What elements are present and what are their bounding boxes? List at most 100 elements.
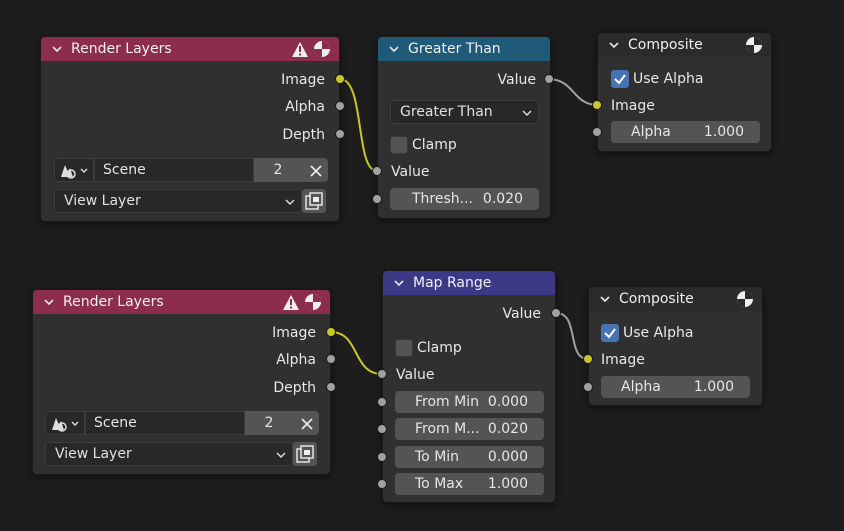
use-alpha-label: Use Alpha xyxy=(623,325,694,341)
output-value-label: Value xyxy=(502,306,541,322)
scene-icon xyxy=(61,165,88,179)
composite-node-2[interactable]: Composite Use Alpha Image Alpha 1.000 xyxy=(583,286,763,406)
node-title: Greater Than xyxy=(408,41,501,57)
render-layer-icon xyxy=(305,192,323,210)
output-image-label: Image xyxy=(272,325,316,341)
chevron-down-icon xyxy=(285,199,295,206)
render-layer-icon xyxy=(296,445,314,463)
input-value-socket[interactable] xyxy=(377,369,387,379)
output-value-socket[interactable] xyxy=(551,308,561,318)
output-image-socket[interactable] xyxy=(335,74,345,84)
clamp-checkbox[interactable] xyxy=(395,339,413,357)
use-alpha-label: Use Alpha xyxy=(633,71,704,87)
node-header[interactable]: Render Layers xyxy=(33,290,330,314)
render-layers-node-2[interactable]: Render Layers Image Alpha Depth Scene 2 … xyxy=(32,289,336,475)
input-image-socket[interactable] xyxy=(592,100,602,110)
render-icon[interactable] xyxy=(313,40,331,58)
output-depth-label: Depth xyxy=(273,380,316,396)
use-alpha-checkbox[interactable] xyxy=(611,70,629,88)
alpha-field[interactable]: Alpha 1.000 xyxy=(601,376,750,398)
chevron-down-icon[interactable] xyxy=(608,39,620,51)
checkmark-icon xyxy=(604,328,616,339)
scene-selector[interactable]: Scene 2 xyxy=(54,158,328,182)
render-layer-button[interactable] xyxy=(302,189,326,213)
input-value-label: Value xyxy=(391,164,430,180)
scene-unlink-button[interactable] xyxy=(302,158,328,182)
operation-dropdown[interactable]: Greater Than xyxy=(390,100,539,124)
node-header[interactable]: Composite xyxy=(598,33,771,57)
chevron-down-icon[interactable] xyxy=(599,293,611,305)
input-to-max-socket[interactable] xyxy=(377,479,387,489)
render-icon[interactable] xyxy=(736,290,754,308)
alpha-field[interactable]: Alpha 1.000 xyxy=(611,121,760,143)
output-value-socket[interactable] xyxy=(544,74,554,84)
render-icon[interactable] xyxy=(745,36,763,54)
input-to-min-socket[interactable] xyxy=(377,452,387,462)
scene-name-field[interactable]: Scene xyxy=(94,158,254,182)
from-max-field[interactable]: From M... 0.020 xyxy=(395,418,544,440)
link-render-image-to-maprange-value xyxy=(330,331,383,375)
node-title: Render Layers xyxy=(71,41,172,57)
close-icon xyxy=(301,418,313,430)
input-threshold-socket[interactable] xyxy=(372,194,382,204)
input-alpha-socket[interactable] xyxy=(583,382,593,392)
clamp-checkbox[interactable] xyxy=(390,136,408,154)
output-depth-socket[interactable] xyxy=(335,129,345,139)
from-min-field[interactable]: From Min 0.000 xyxy=(395,391,544,413)
chevron-down-icon xyxy=(522,110,532,117)
chevron-down-icon[interactable] xyxy=(43,296,55,308)
clamp-label: Clamp xyxy=(412,137,457,153)
input-from-min-socket[interactable] xyxy=(377,397,387,407)
node-header[interactable]: Render Layers xyxy=(41,37,339,61)
checkmark-icon xyxy=(614,74,626,85)
composite-node-1[interactable]: Composite Use Alpha Image Alpha 1.000 xyxy=(592,32,772,152)
scene-icon xyxy=(52,418,79,432)
warning-icon xyxy=(291,41,309,58)
scene-browse-button[interactable] xyxy=(54,158,94,182)
render-layer-button[interactable] xyxy=(293,442,317,466)
node-title: Composite xyxy=(619,291,694,307)
scene-browse-button[interactable] xyxy=(45,411,85,435)
chevron-down-icon[interactable] xyxy=(51,43,63,55)
to-max-field[interactable]: To Max 1.000 xyxy=(395,473,544,495)
output-image-socket[interactable] xyxy=(326,327,336,337)
render-layers-node-1[interactable]: Render Layers Image Alpha Depth Scene 2 … xyxy=(40,36,345,222)
node-title: Composite xyxy=(628,37,703,53)
view-layer-dropdown[interactable]: View Layer xyxy=(54,189,302,213)
output-alpha-socket[interactable] xyxy=(335,101,345,111)
link-greater-value-to-composite-image xyxy=(547,78,599,106)
chevron-down-icon[interactable] xyxy=(393,277,405,289)
input-alpha-socket[interactable] xyxy=(592,127,602,137)
node-title: Render Layers xyxy=(63,294,164,310)
node-header[interactable]: Composite xyxy=(589,287,762,311)
output-value-label: Value xyxy=(497,72,536,88)
link-render-image-to-greater-value xyxy=(339,78,378,172)
threshold-field[interactable]: Thresh... 0.020 xyxy=(390,188,539,210)
scene-users-count[interactable]: 2 xyxy=(245,411,293,435)
greater-than-node[interactable]: Greater Than Value Greater Than Clamp Va… xyxy=(372,36,554,219)
input-value-socket[interactable] xyxy=(372,166,382,176)
view-layer-dropdown[interactable]: View Layer xyxy=(45,442,293,466)
warning-icon xyxy=(282,294,300,311)
scene-users-count[interactable]: 2 xyxy=(254,158,302,182)
node-title: Map Range xyxy=(413,275,492,291)
output-alpha-socket[interactable] xyxy=(326,354,336,364)
scene-name-field[interactable]: Scene xyxy=(85,411,245,435)
input-value-label: Value xyxy=(396,367,435,383)
output-depth-socket[interactable] xyxy=(326,382,336,392)
map-range-node[interactable]: Map Range Value Clamp Value From Min 0.0… xyxy=(377,270,561,503)
input-from-max-socket[interactable] xyxy=(377,424,387,434)
node-header[interactable]: Greater Than xyxy=(378,37,550,61)
render-icon[interactable] xyxy=(304,293,322,311)
node-header[interactable]: Map Range xyxy=(383,271,555,295)
to-min-field[interactable]: To Min 0.000 xyxy=(395,446,544,468)
input-image-socket[interactable] xyxy=(583,354,593,364)
output-depth-label: Depth xyxy=(282,127,325,143)
use-alpha-checkbox[interactable] xyxy=(601,324,619,342)
scene-unlink-button[interactable] xyxy=(293,411,319,435)
output-alpha-label: Alpha xyxy=(276,352,316,368)
chevron-down-icon xyxy=(276,452,286,459)
chevron-down-icon[interactable] xyxy=(388,43,400,55)
link-maprange-value-to-composite-image xyxy=(555,312,589,360)
scene-selector[interactable]: Scene 2 xyxy=(45,411,319,435)
